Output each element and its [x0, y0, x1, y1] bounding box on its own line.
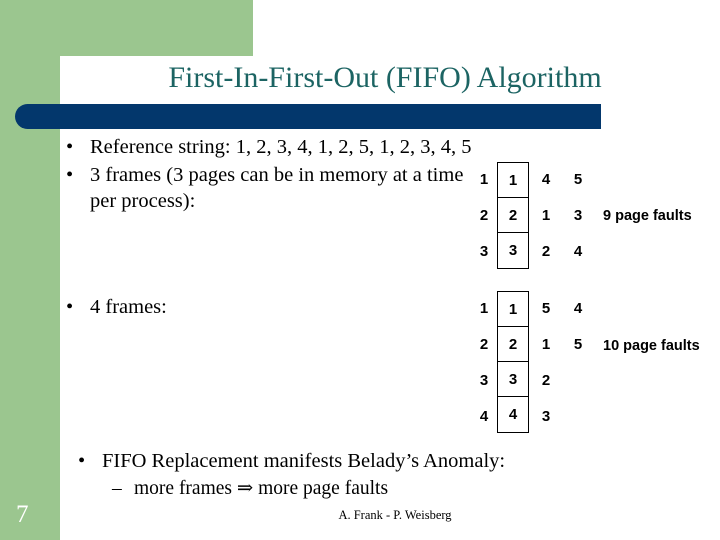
bullet-marker-icon: • — [66, 164, 74, 186]
page-value: 2 — [479, 336, 489, 353]
bullet-four-frames: • 4 frames: — [66, 294, 326, 320]
page-value: 2 — [541, 243, 551, 260]
page-value: 3 — [573, 207, 583, 224]
bullet-reference-string: • Reference string: 1, 2, 3, 4, 1, 2, 5,… — [66, 134, 486, 160]
bullet-marker-icon: • — [78, 450, 86, 472]
bullet-three-frames-text: 3 frames (3 pages can be in memory at a … — [90, 164, 464, 212]
slide-canvas: First-In-First-Out (FIFO) Algorithm • Re… — [0, 0, 720, 540]
page-value: 2 — [479, 207, 489, 224]
page-faults-label-three-frames: 9 page faults — [603, 208, 692, 224]
frame-cell: 2 — [498, 198, 528, 233]
page-value: 4 — [541, 171, 551, 188]
page-value — [563, 399, 593, 435]
page-value: 5 — [573, 336, 583, 353]
sub-bullet-more-frames-text: more frames ⇒ more page faults — [134, 478, 389, 499]
sub-bullet-more-frames: – more frames ⇒ more page faults — [112, 476, 572, 501]
frame-box-column-four: 1 2 3 4 — [497, 291, 529, 433]
frame-cell: 3 — [508, 242, 518, 259]
bullet-three-frames: • 3 frames (3 pages can be in memory at … — [66, 162, 466, 214]
frame-cell: 4 — [508, 406, 518, 423]
page-number: 7 — [16, 501, 29, 528]
page-value — [563, 363, 593, 399]
frame-cell: 1 — [498, 292, 528, 327]
footer-credit: A. Frank - P. Weisberg — [338, 508, 452, 522]
frame-box-column-three: 1 2 3 — [497, 162, 529, 269]
bullet-marker-icon: • — [66, 296, 74, 318]
frame-cell: 1 — [498, 163, 528, 198]
page-faults-label-four-frames: 10 page faults — [603, 338, 700, 354]
page-value: 3 — [541, 408, 551, 425]
page-value: 1 — [479, 171, 489, 188]
page-value: 4 — [573, 243, 583, 260]
page-value: 3 — [479, 243, 489, 260]
blue-divider-bar — [15, 104, 601, 129]
page-value: 3 — [479, 372, 489, 389]
bullet-marker-icon: • — [66, 136, 74, 158]
green-left-strip — [0, 0, 60, 540]
bullet-four-frames-text: 4 frames: — [90, 296, 167, 318]
frame-cell: 2 — [498, 327, 528, 362]
dash-marker-icon: – — [112, 478, 122, 499]
page-value: 5 — [541, 300, 551, 317]
page-value: 4 — [479, 408, 489, 425]
frame-cell: 3 — [498, 362, 528, 397]
page-value: 1 — [541, 207, 551, 224]
page-value: 4 — [573, 300, 583, 317]
bullet-reference-string-text: Reference string: 1, 2, 3, 4, 1, 2, 5, 1… — [90, 136, 472, 158]
page-value: 2 — [541, 372, 551, 389]
page-value: 1 — [479, 300, 489, 317]
page-title: First-In-First-Out (FIFO) Algorithm — [168, 61, 602, 94]
bullet-belady-anomaly: • FIFO Replacement manifests Belady’s An… — [78, 448, 598, 474]
bullet-belady-anomaly-text: FIFO Replacement manifests Belady’s Anom… — [102, 450, 506, 472]
page-value: 5 — [573, 171, 583, 188]
page-value: 1 — [541, 336, 551, 353]
